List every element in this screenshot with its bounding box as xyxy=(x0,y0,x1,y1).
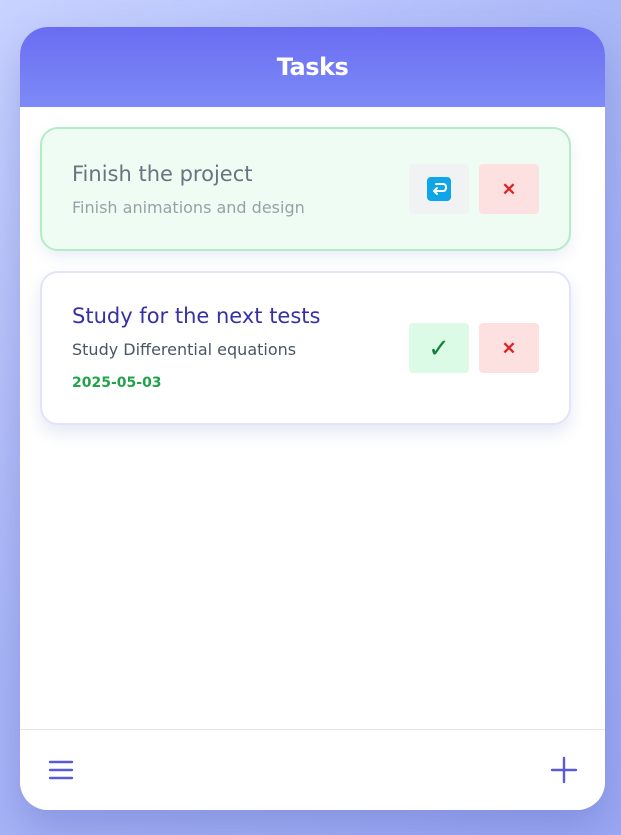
delete-button[interactable]: ✕ xyxy=(479,164,539,214)
app-window: Tasks Finish the project Finish animatio… xyxy=(20,27,605,810)
delete-icon: ✕ xyxy=(501,179,517,199)
task-actions: ✕ xyxy=(409,164,539,214)
task-text: Finish the project Finish animations and… xyxy=(72,159,305,220)
task-list: Finish the project Finish animations and… xyxy=(40,127,571,445)
task-actions: ✓ ✕ xyxy=(409,323,539,373)
menu-button[interactable] xyxy=(45,754,77,786)
task-description: Study Differential equations xyxy=(72,340,297,359)
app-header: Tasks xyxy=(20,27,605,107)
task-title: Study for the next tests xyxy=(72,304,321,328)
delete-button[interactable]: ✕ xyxy=(479,323,539,373)
task-card-completed: Finish the project Finish animations and… xyxy=(40,127,571,251)
task-description: Finish animations and design xyxy=(72,198,305,217)
task-text: Study for the next tests Study Different… xyxy=(72,301,320,392)
task-title: Finish the project xyxy=(72,162,253,186)
add-task-button[interactable] xyxy=(548,754,580,786)
plus-icon xyxy=(548,756,580,789)
bottom-bar xyxy=(20,729,605,810)
check-icon: ✓ xyxy=(428,333,450,363)
undo-button[interactable] xyxy=(409,164,469,214)
menu-icon xyxy=(45,760,77,789)
page-title: Tasks xyxy=(276,53,349,81)
task-date: 2025-05-03 xyxy=(72,375,162,391)
delete-icon: ✕ xyxy=(501,338,517,358)
undo-icon xyxy=(427,177,451,201)
task-card-pending: Study for the next tests Study Different… xyxy=(40,271,571,425)
complete-button[interactable]: ✓ xyxy=(409,323,469,373)
